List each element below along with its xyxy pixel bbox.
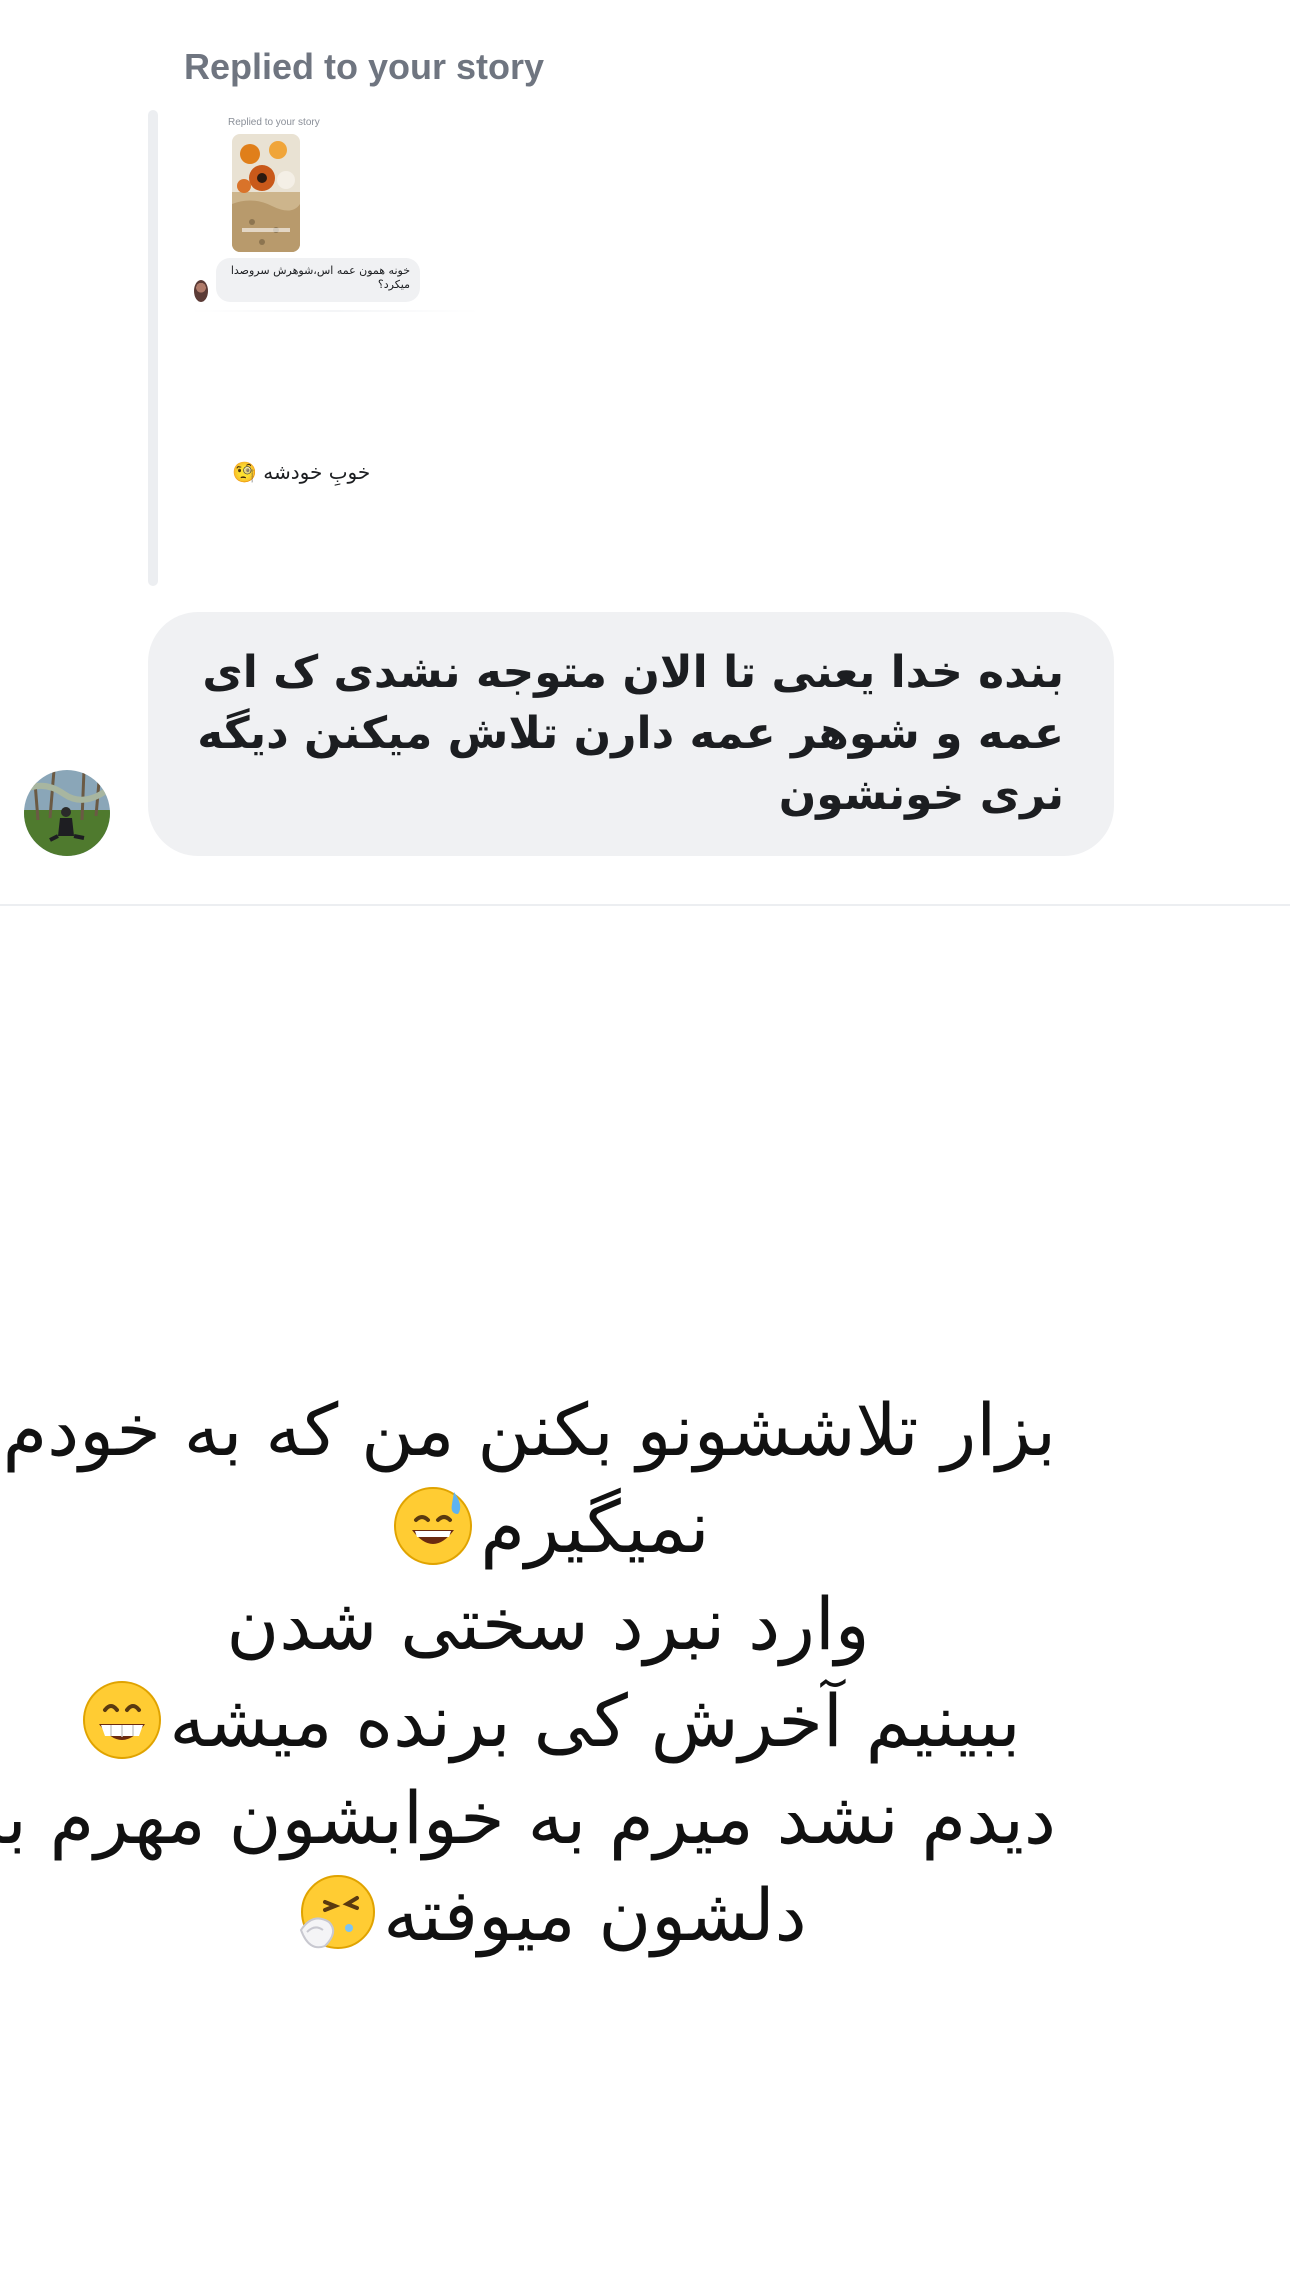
replied-to-story-label: Replied to your story (184, 46, 545, 87)
nested-message-bubble: خونه همون عمه اس،شوهرش سروصدا میکرد؟ (216, 258, 420, 302)
caption-line-1: بزار تلاششونو بکنن من که به خودم (2, 1388, 1056, 1472)
caption-line-4: ببینیم آخرش کی برنده میشه (40, 1673, 1056, 1770)
caption-line-2: نمیگیرم (40, 1479, 1056, 1576)
chat-screenshot: Replied to your story Replied to your st… (0, 0, 1290, 2293)
caption-line-2-text: نمیگیرم (480, 1485, 710, 1569)
caption-line-3: وارد نبرد سختی شدن (226, 1582, 870, 1666)
message-text: بنده خدا یعنی تا الان متوجه نشدی ک ای عم… (197, 647, 1064, 820)
story-thumbnail[interactable] (232, 134, 300, 252)
caption-line-6-text: دلشون میوفته (383, 1873, 807, 1957)
caption-line-5: دیدم نشد میرم به خوابشون مهرم به (0, 1776, 1056, 1860)
story-caption: بزار تلاششونو بکنن من که به خودم نمیگیرم… (0, 1382, 1056, 1964)
grinning-emoji-icon (83, 1681, 162, 1759)
caption-line-6: دلشون میوفته (40, 1867, 1056, 1964)
sneezing-face-emoji-icon (300, 1875, 376, 1949)
story-sticker-text: خوبِ خودشه 🧐 (232, 460, 371, 484)
nested-replied-label: Replied to your story (228, 117, 320, 128)
story-reply-preview[interactable]: Replied to your story خونه همون عمه اس،ش… (190, 112, 480, 322)
caption-line-4-text: ببینیم آخرش کی برنده میشه (169, 1679, 1021, 1763)
nested-divider (190, 310, 480, 312)
section-divider (0, 904, 1290, 906)
reply-quote-bar (148, 110, 158, 586)
sweat-smile-emoji-icon (394, 1487, 473, 1565)
sender-avatar[interactable] (24, 770, 110, 856)
nested-avatar (194, 280, 208, 302)
message-bubble[interactable]: بنده خدا یعنی تا الان متوجه نشدی ک ای عم… (148, 612, 1114, 856)
